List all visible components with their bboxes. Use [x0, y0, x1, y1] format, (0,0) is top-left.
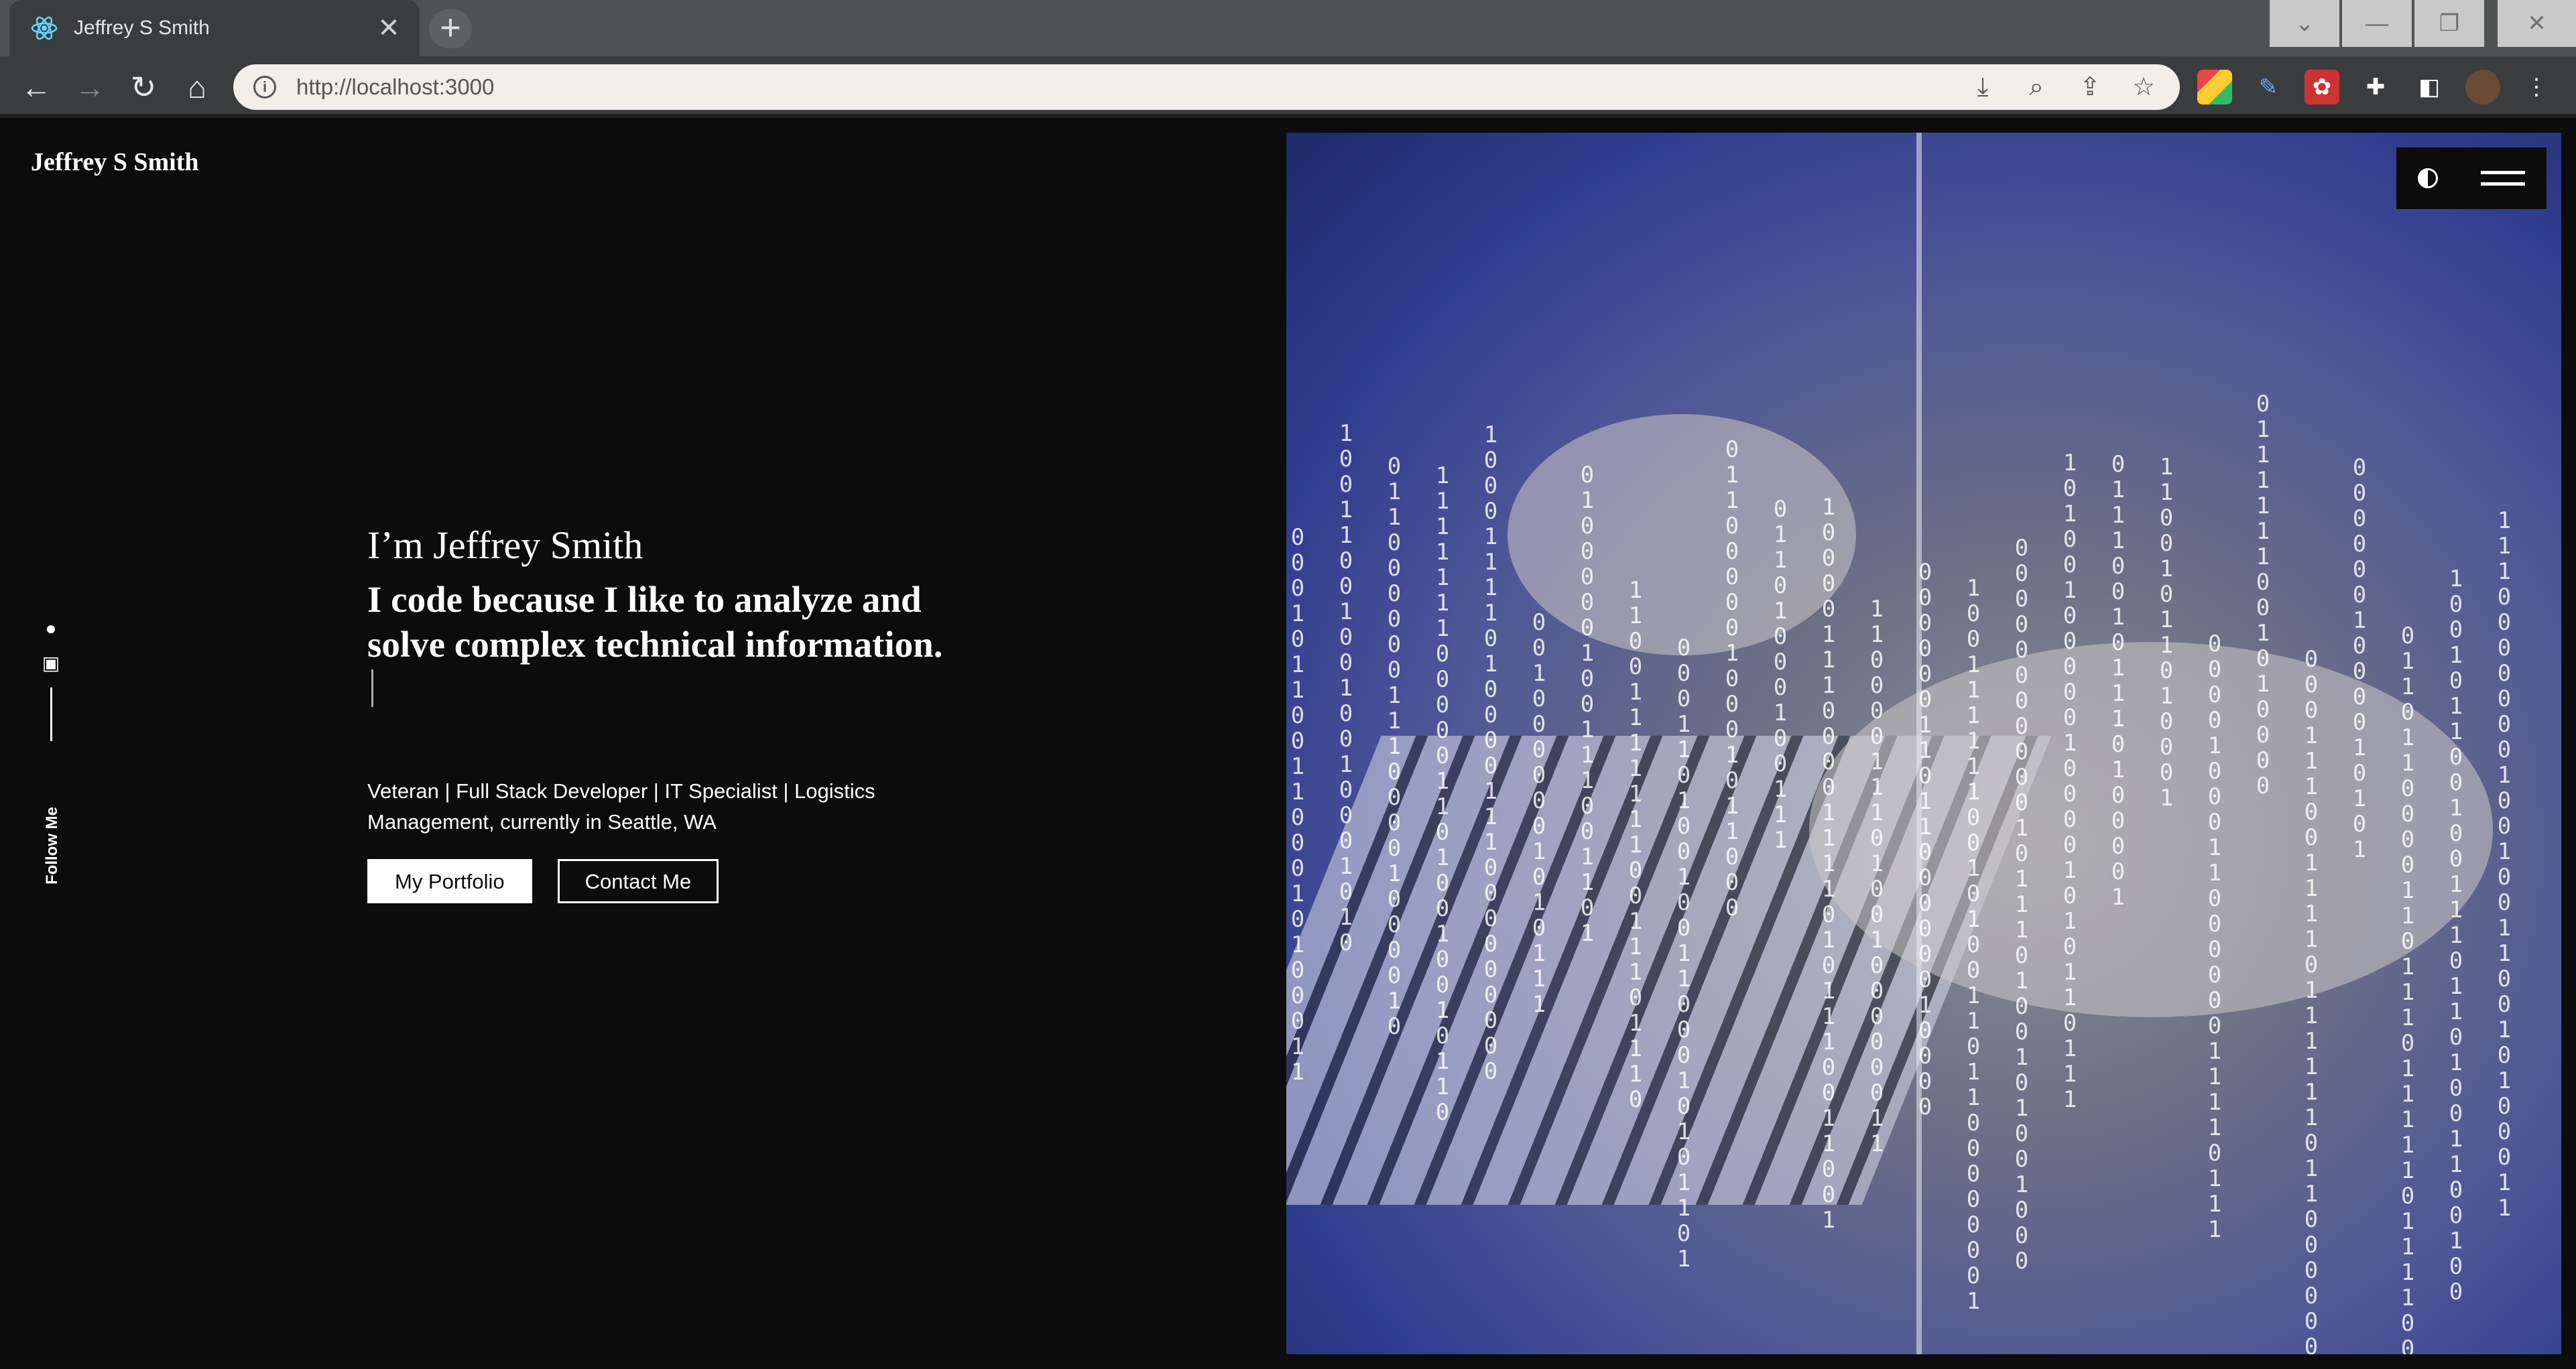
hand-graphic-right — [1809, 642, 2493, 1017]
binary-column: 0 0 0 1 0 1 1 0 0 1 1 0 0 0 1 0 1 0 0 0 … — [1290, 524, 1305, 1086]
extensions-puzzle-icon[interactable]: ✚ — [2358, 70, 2393, 105]
site-info-icon[interactable]: i — [253, 76, 276, 99]
site-brand[interactable]: Jeffrey S Smith — [31, 147, 199, 177]
typing-caret — [371, 669, 373, 707]
binary-column: 0 0 0 0 0 0 1 0 0 0 0 1 0 1 0 1 — [2352, 454, 2367, 863]
binary-column: 0 0 0 0 0 0 0 0 0 0 0 1 0 1 1 1 0 1 0 0 … — [2014, 535, 2029, 1275]
tab-close-icon[interactable]: ✕ — [375, 15, 402, 42]
share-icon[interactable]: ⇪ — [2073, 70, 2107, 105]
extension-palette-icon[interactable] — [2197, 70, 2232, 105]
bookmark-star-icon[interactable]: ☆ — [2126, 70, 2161, 105]
binary-column: 0 0 0 0 0 0 1 1 0 1 1 0 0 0 0 0 0 1 0 0 … — [1918, 559, 1933, 1120]
restore-icon[interactable]: ❐ — [2414, 0, 2484, 47]
menu-icon[interactable] — [2481, 171, 2525, 186]
binary-column: 0 1 1 0 0 0 0 0 0 1 1 1 0 0 0 0 1 0 0 0 … — [1387, 453, 1402, 1040]
hero-intro: I’m Jeffrey Smith — [367, 523, 643, 567]
hand-graphic-left — [1508, 414, 1856, 655]
tab-title: Jeffrey S Smith — [74, 17, 210, 39]
binary-column: 1 0 0 1 1 0 0 1 0 0 1 0 0 1 0 0 0 1 0 1 … — [1339, 420, 1353, 956]
browser-toolbar: ← → ↻ ⌂ i http://localhost:3000 ⤓ ⌕ ⇪ ☆ … — [0, 56, 2576, 118]
hero-actions: My Portfolio Contact Me — [367, 859, 944, 903]
url-text[interactable]: http://localhost:3000 — [296, 74, 1965, 100]
binary-column: 1 0 0 1 1 1 1 1 1 0 0 1 0 1 0 0 1 1 0 1 … — [1966, 575, 1981, 1315]
side-panel-icon[interactable]: ◧ — [2412, 70, 2447, 105]
binary-column: 0 0 1 0 0 0 0 0 0 1 0 1 0 1 1 1 — [1532, 609, 1546, 1018]
hero-headline-text: I code because I like to analyze and sol… — [367, 579, 943, 665]
binary-column: 1 1 0 0 1 0 1 1 0 1 0 0 0 1 — [2159, 454, 2174, 811]
extension-red-icon[interactable]: ✿ — [2305, 70, 2339, 105]
extension-pen-icon[interactable]: ✎ — [2251, 70, 2286, 105]
close-window-icon[interactable]: ✕ — [2498, 0, 2576, 47]
binary-column: 0 0 0 1 1 1 0 0 1 1 1 1 0 1 1 1 1 1 1 0 … — [2304, 646, 2319, 1354]
tab-search-icon[interactable]: ⌄ — [2270, 0, 2339, 47]
zoom-icon[interactable]: ⌕ — [2019, 70, 2054, 105]
binary-column: 0 1 1 1 0 0 1 0 1 1 1 0 1 0 0 0 0 1 — [2111, 451, 2126, 911]
hero-image: 0 0 0 1 0 1 1 0 0 1 1 0 0 0 1 0 1 0 0 0 … — [1286, 133, 2561, 1354]
binary-column: 1 0 0 0 1 1 1 1 0 1 0 0 0 0 1 1 1 0 0 0 … — [1483, 421, 1498, 1085]
follow-label: Follow Me — [43, 807, 61, 885]
binary-column: 1 1 1 0 0 0 0 0 0 0 1 0 0 1 0 0 1 1 0 0 … — [2497, 507, 2512, 1222]
github-icon[interactable]: ● — [40, 618, 62, 639]
browser-tab[interactable]: Jeffrey S Smith ✕ — [9, 0, 420, 56]
profile-avatar[interactable] — [2465, 70, 2500, 105]
browser-menu-icon[interactable]: ⋮ — [2519, 70, 2554, 105]
binary-column: 1 1 0 0 0 0 1 1 1 0 1 0 0 1 0 0 0 0 0 0 … — [1869, 596, 1884, 1157]
binary-column: 0 0 0 1 1 0 1 0 0 1 0 0 1 1 0 0 0 1 0 1 … — [1676, 635, 1691, 1273]
back-icon[interactable]: ← — [15, 66, 58, 109]
follow-divider — [50, 688, 52, 741]
contact-button[interactable]: Contact Me — [557, 859, 719, 903]
binary-column: 0 0 0 0 1 0 0 0 1 1 0 0 0 0 0 0 1 1 1 1 … — [2207, 631, 2222, 1243]
binary-column: 1 1 1 1 1 1 1 0 0 0 0 0 1 1 0 1 0 0 1 0 … — [1435, 462, 1450, 1126]
forward-icon[interactable]: → — [68, 66, 111, 109]
binary-column: 0 1 1 0 0 0 0 0 1 0 0 0 1 0 1 1 0 0 0 — [1725, 436, 1739, 921]
binary-column: 1 0 0 0 0 1 1 1 0 0 0 0 1 1 1 1 0 1 0 1 … — [1821, 494, 1836, 1234]
linkedin-icon[interactable]: ▣ — [40, 653, 62, 674]
image-controls — [2396, 147, 2547, 209]
binary-column: 1 1 0 0 1 1 1 1 1 1 1 0 0 1 1 1 0 1 1 1 … — [1628, 577, 1643, 1113]
binary-column: 0 1 1 1 1 1 1 0 0 1 0 1 0 0 0 0 — [2256, 391, 2270, 799]
contrast-icon[interactable] — [2418, 168, 2438, 188]
hero-section: I’m Jeffrey Smith I code because I like … — [367, 523, 944, 903]
home-icon[interactable]: ⌂ — [176, 66, 219, 109]
browser-tabstrip: Jeffrey S Smith ✕ + ⌄ — ❐ ✕ — [0, 0, 2576, 56]
hero-headline: I code because I like to analyze and sol… — [367, 577, 944, 712]
follow-sidebar: ● ▣ Follow Me — [38, 618, 64, 885]
hero-bio: Veteran | Full Stack Developer | IT Spec… — [367, 779, 875, 834]
binary-column: 0 1 0 0 0 0 0 1 0 0 1 1 1 0 0 1 1 0 1 — [1580, 462, 1595, 947]
install-icon[interactable]: ⤓ — [1965, 70, 2000, 105]
binary-column: 0 1 1 0 1 0 0 0 1 0 0 1 1 1 — [1773, 496, 1788, 854]
new-tab-button[interactable]: + — [429, 9, 472, 48]
minimize-icon[interactable]: — — [2342, 0, 2412, 47]
binary-column: 1 0 0 1 0 1 1 0 0 1 0 0 1 1 1 0 1 1 0 1 … — [2449, 566, 2463, 1305]
binary-column: 0 1 1 0 1 1 0 0 0 0 1 1 0 1 1 1 0 1 1 1 … — [2400, 623, 2415, 1354]
address-bar[interactable]: i http://localhost:3000 ⤓ ⌕ ⇪ ☆ — [233, 64, 2180, 110]
reload-icon[interactable]: ↻ — [122, 66, 165, 109]
binary-column: 1 0 1 0 0 1 0 0 0 0 0 1 0 0 0 0 1 0 1 0 … — [2063, 450, 2077, 1113]
react-favicon-icon — [31, 16, 58, 40]
page: Jeffrey S Smith ● ▣ Follow Me I’m Jeffre… — [0, 118, 2576, 1369]
portfolio-button[interactable]: My Portfolio — [367, 859, 532, 903]
